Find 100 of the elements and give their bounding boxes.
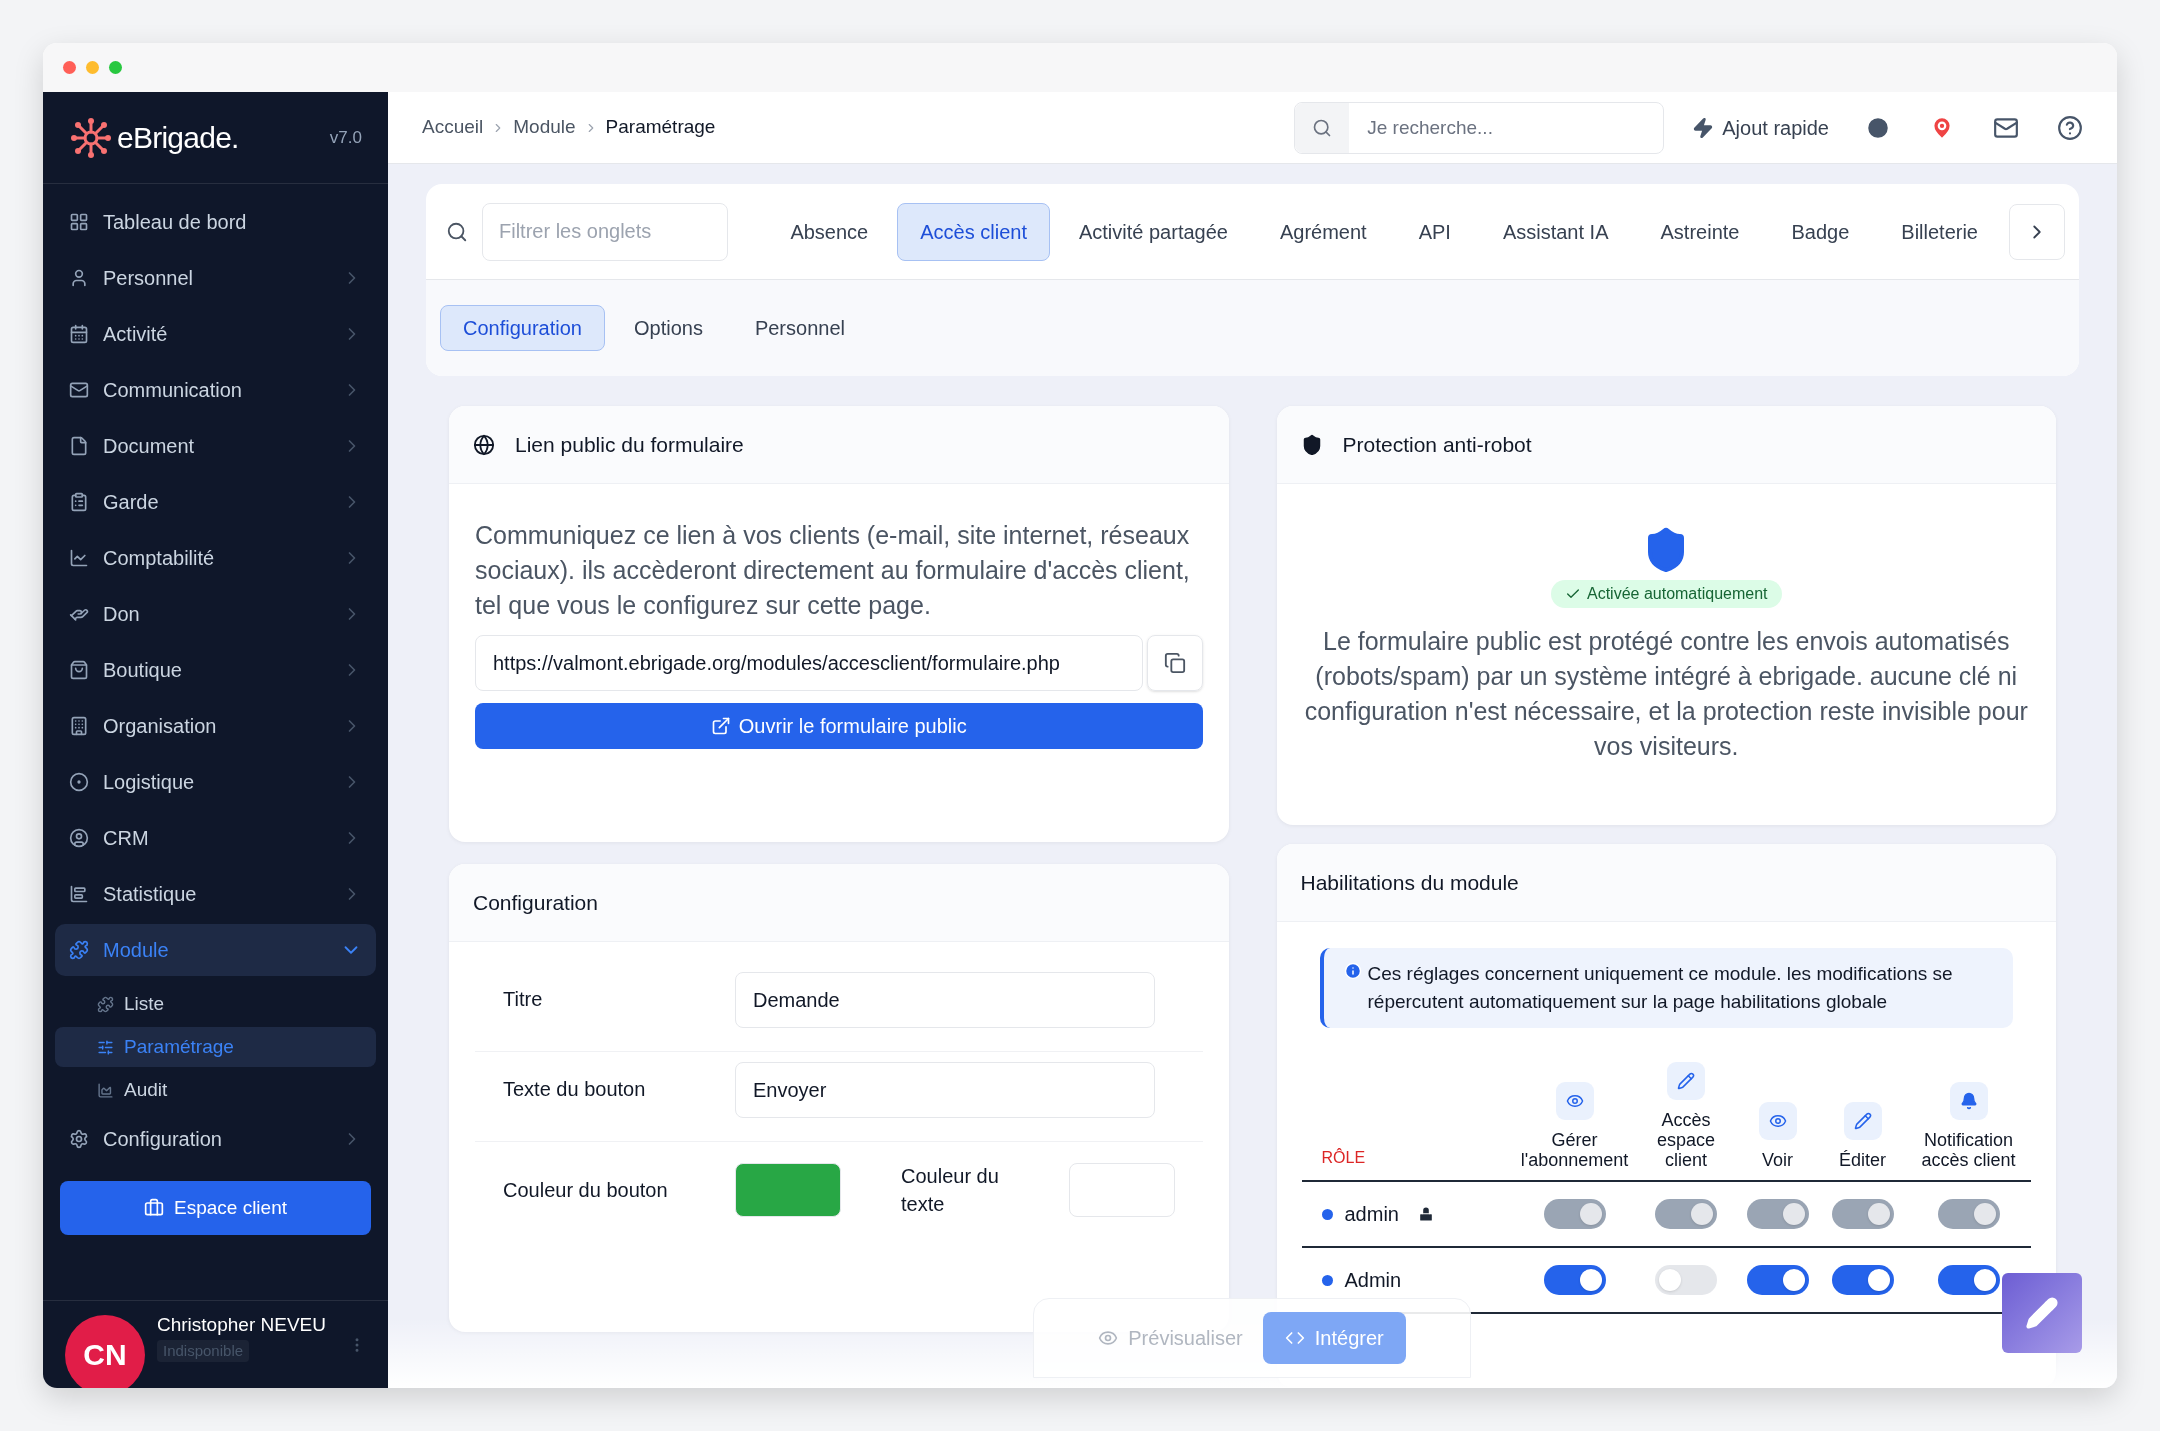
circle-dot-icon — [69, 772, 89, 792]
color-swatch[interactable] — [1068, 1163, 1175, 1217]
clipboard-icon — [69, 492, 89, 512]
toggle-switch[interactable] — [1937, 1265, 2000, 1295]
column-header: Notification accès client — [1920, 1130, 2017, 1170]
eye-badge-icon — [1555, 1082, 1594, 1120]
url-field[interactable]: https://valmont.ebrigade.org/modules/accesclient/formulaire.php — [475, 635, 1143, 691]
sidebar-item[interactable]: Module — [55, 924, 376, 976]
toggle-switch[interactable] — [1655, 1265, 1717, 1295]
file-icon — [69, 436, 89, 456]
calendar-icon — [69, 324, 89, 344]
quick-add-button[interactable]: Ajout rapide — [1692, 112, 1829, 143]
column-header: Éditer — [1839, 1150, 1886, 1170]
sidebar-item[interactable]: Don — [55, 588, 376, 640]
external-link-icon — [710, 716, 731, 736]
field-label: Couleur du texte — [901, 1164, 1000, 1217]
puzzle-icon — [97, 995, 114, 1013]
sidebar-item[interactable]: Communication — [55, 364, 376, 416]
pencil-icon — [2025, 1296, 2059, 1330]
breadcrumb-item[interactable]: Accueil — [422, 113, 484, 142]
status-badge: Activée automatiquement — [1550, 580, 1782, 608]
sidebar-item[interactable]: Document — [55, 420, 376, 472]
lightning-icon — [1692, 116, 1715, 139]
subtab[interactable]: Options — [610, 305, 726, 351]
briefcase-icon — [144, 1198, 164, 1218]
sliders-icon — [97, 1038, 114, 1056]
toggle-switch[interactable] — [1746, 1265, 1809, 1295]
sidebar-item[interactable]: Garde — [55, 476, 376, 528]
user-avatar: CN — [65, 1314, 145, 1388]
sidebar-item[interactable]: Comptabilité — [55, 532, 376, 584]
tab[interactable]: Agrément — [1256, 202, 1390, 261]
role-name: admin — [1344, 1202, 1399, 1227]
sidebar-item[interactable]: Logistique — [55, 756, 376, 808]
breadcrumb-item[interactable]: Module — [513, 113, 576, 142]
info-icon — [1343, 962, 1362, 980]
eye-icon — [1098, 1328, 1119, 1348]
copy-button[interactable] — [1146, 635, 1203, 691]
building-icon — [69, 716, 89, 736]
sidebar-subitem[interactable]: Liste — [55, 984, 376, 1024]
column-header: Accès espace client — [1655, 1110, 1716, 1170]
tab[interactable]: Astreinte — [1637, 202, 1763, 261]
subtab[interactable]: Personnel — [731, 305, 868, 351]
help-icon[interactable] — [2057, 114, 2083, 141]
user-icon — [69, 268, 89, 288]
bar-chart-icon — [69, 884, 89, 904]
toggle-switch[interactable] — [1831, 1265, 1894, 1295]
line-chart-icon — [69, 548, 89, 568]
copy-icon — [1163, 652, 1186, 674]
open-form-button[interactable]: Ouvrir le formulaire public — [475, 703, 1203, 749]
card-title: Lien public du formulaire — [515, 431, 744, 458]
sidebar-item[interactable]: Tableau de bord — [55, 196, 376, 248]
brand-name: eBrigade. — [117, 120, 239, 156]
color-swatch[interactable] — [735, 1163, 841, 1217]
client-space-button[interactable]: Espace client — [60, 1181, 371, 1235]
pencil-badge-icon — [1667, 1062, 1705, 1100]
tab[interactable]: Billeterie — [1878, 202, 2001, 261]
search-icon — [446, 220, 468, 243]
tab[interactable]: Absence — [767, 202, 892, 261]
toggle-switch[interactable] — [1543, 1265, 1606, 1295]
bell-badge-icon — [1949, 1082, 1988, 1120]
tab[interactable]: Assistant IA — [1479, 202, 1632, 261]
tab[interactable]: Activité partagée — [1055, 202, 1251, 261]
sidebar-item[interactable]: Activité — [55, 308, 376, 360]
user-name: Christopher NEVEU — [157, 1313, 326, 1337]
column-header: Gérer l'abonnement — [1519, 1130, 1630, 1170]
text-field[interactable]: Envoyer — [735, 1062, 1155, 1118]
field-label: Texte du bouton — [502, 1077, 647, 1102]
sidebar-item[interactable]: Boutique — [55, 644, 376, 696]
field-label: Couleur du bouton — [502, 1178, 669, 1203]
description-text: Le formulaire public est protégé contre les envois automatisés (robots/spam) par un système intégré à ebrigade. aucune clé ni configuration n'est nécessaire, et la protection reste invisible pour vos visiteurs. — [1303, 626, 2029, 762]
tab-filter-field[interactable]: Filtrer les onglets — [482, 202, 728, 261]
settings-icon — [69, 1129, 89, 1149]
column-header: RÔLE — [1320, 1147, 1367, 1168]
bag-icon — [69, 660, 89, 680]
subtab[interactable]: Configuration — [440, 305, 605, 351]
sidebar-item[interactable]: Personnel — [55, 252, 376, 304]
user-circle-icon — [69, 828, 89, 848]
breadcrumb-item: Paramétrage — [605, 115, 716, 140]
tab[interactable]: Badge — [1768, 202, 1873, 261]
sidebar-subitem[interactable]: Audit — [55, 1070, 376, 1110]
tab[interactable]: API — [1395, 202, 1474, 261]
card-title: Habilitations du module — [1300, 869, 1519, 896]
text-field[interactable]: Demande — [735, 972, 1155, 1028]
grid-icon — [69, 212, 89, 232]
sidebar-item[interactable]: Organisation — [55, 700, 376, 752]
sidebar-item[interactable]: Statistique — [55, 868, 376, 920]
globe-icon — [473, 433, 495, 456]
eye-badge-icon — [1758, 1102, 1797, 1140]
sidebar-item[interactable]: Configuration — [55, 1113, 376, 1165]
sidebar-item[interactable]: CRM — [55, 812, 376, 864]
description-text: Communiquez ce lien à vos clients (e-mail, site internet, réseaux sociaux). ils accèderont directement au formulaire d'accès client, tel que vous le configurez sur cette page. — [475, 520, 1191, 621]
sidebar-subitem[interactable]: Paramétrage — [55, 1027, 376, 1067]
search-field[interactable]: Je recherche... — [1294, 101, 1665, 154]
tab[interactable]: Accès client — [897, 202, 1050, 261]
mail-icon — [69, 380, 89, 400]
puzzle-icon — [69, 940, 89, 960]
edit-fab[interactable] — [2002, 1273, 2082, 1353]
logo-icon — [69, 115, 113, 160]
pencil-badge-icon — [1843, 1102, 1882, 1140]
column-header: Voir — [1762, 1150, 1793, 1170]
